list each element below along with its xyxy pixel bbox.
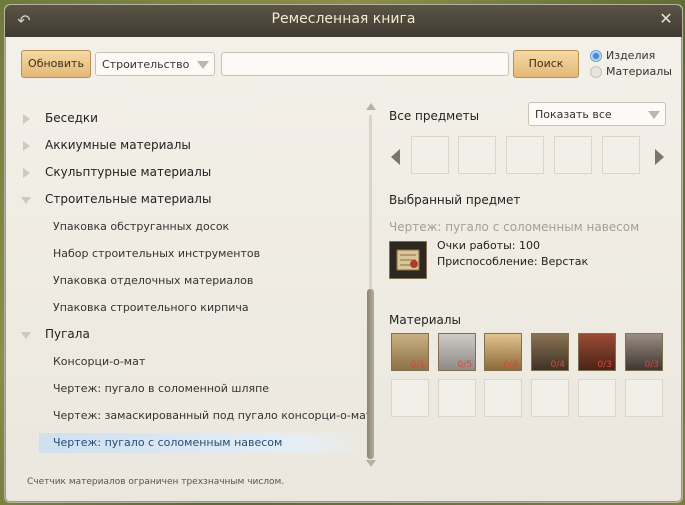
material-slot-tools-icon[interactable]: 0/4 — [531, 333, 569, 371]
next-arrow-icon[interactable] — [655, 149, 664, 165]
all-items-label: Все предметы — [389, 109, 480, 123]
tree-category-scarecrows[interactable]: Пугала — [19, 325, 359, 345]
item-slot[interactable] — [506, 136, 544, 174]
close-icon[interactable]: ✕ — [656, 9, 676, 29]
scroll-up-arrow-icon[interactable] — [366, 103, 376, 110]
show-all-value: Показать все — [535, 108, 612, 121]
tree-category-sculpture[interactable]: Скульптурные материалы — [19, 163, 359, 183]
selected-item-label: Выбранный предмет — [389, 193, 521, 207]
chevron-down-icon — [648, 111, 660, 119]
empty-slot — [484, 379, 522, 417]
show-all-select[interactable]: Показать все — [528, 102, 666, 126]
category-select[interactable]: Строительство — [95, 52, 215, 76]
prev-arrow-icon[interactable] — [391, 149, 400, 165]
material-slot-cloth-icon[interactable]: 0/5 — [438, 333, 476, 371]
tree-category-building[interactable]: Строительные материалы — [19, 190, 359, 210]
scroll-thumb[interactable] — [367, 289, 374, 459]
expand-arrow-icon[interactable] — [23, 141, 30, 151]
item-slot[interactable] — [458, 136, 496, 174]
materials-label: Материалы — [389, 313, 461, 327]
empty-slot — [438, 379, 476, 417]
radio-selected-icon[interactable] — [590, 50, 602, 62]
recipe-tree: Беседки Аккиумные материалы Скульптурные… — [19, 95, 379, 471]
tree-category-materials[interactable]: Аккиумные материалы — [19, 136, 359, 156]
collapse-arrow-icon[interactable] — [21, 332, 31, 339]
title-bar: ↶ Ремесленная книга ✕ — [5, 5, 682, 37]
material-slot-planks-icon[interactable]: 0/4 — [484, 333, 522, 371]
empty-slot — [391, 379, 429, 417]
empty-slot — [625, 379, 663, 417]
crafting-book-window: ↶ Ремесленная книга ✕ Обновить Строитель… — [4, 4, 683, 503]
chevron-down-icon — [197, 61, 209, 69]
tree-scrollbar[interactable] — [364, 99, 378, 471]
work-points: Очки работы: 100 — [437, 239, 540, 252]
empty-slot — [531, 379, 569, 417]
item-slot[interactable] — [411, 136, 449, 174]
item-slot[interactable] — [554, 136, 592, 174]
radio-items-label: Изделия — [606, 49, 656, 62]
expand-arrow-icon[interactable] — [23, 114, 30, 124]
material-slot-ingot-icon[interactable]: 0/3 — [625, 333, 663, 371]
search-input[interactable] — [221, 52, 509, 76]
window-title: Ремесленная книга — [271, 11, 416, 27]
item-slot[interactable] — [602, 136, 640, 174]
collapse-arrow-icon[interactable] — [21, 197, 31, 204]
radio-unselected-icon[interactable] — [590, 66, 602, 78]
empty-slot — [578, 379, 616, 417]
refresh-button[interactable]: Обновить — [21, 50, 91, 78]
scroll-down-arrow-icon[interactable] — [366, 460, 376, 467]
blueprint-icon[interactable] — [389, 241, 427, 279]
tree-category-arbors[interactable]: Беседки — [19, 109, 359, 129]
material-slot-bricks-icon[interactable]: 0/3 — [578, 333, 616, 371]
footer-note: Счетчик материалов ограничен трехзначным… — [27, 477, 285, 487]
expand-arrow-icon[interactable] — [23, 168, 30, 178]
radio-materials-label: Материалы — [606, 65, 672, 78]
selected-item-name: Чертеж: пугало с соломенным навесом — [389, 220, 640, 234]
tool-requirement: Приспособление: Верстак — [437, 255, 589, 268]
material-slot-scroll-icon[interactable]: 0/1 — [391, 333, 429, 371]
category-select-value: Строительство — [102, 58, 190, 71]
tree-item-selected[interactable]: Чертеж: пугало с соломенным навесом — [39, 433, 365, 453]
search-button[interactable]: Поиск — [513, 50, 579, 78]
